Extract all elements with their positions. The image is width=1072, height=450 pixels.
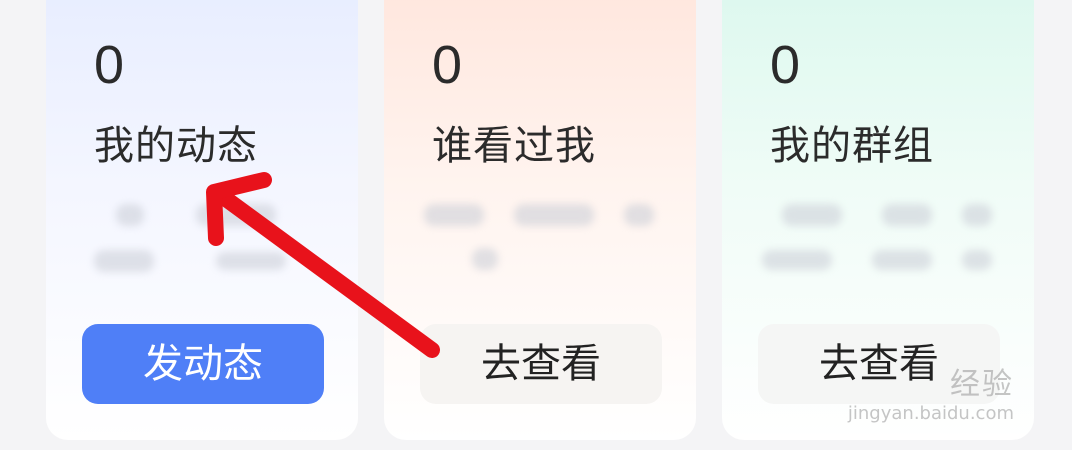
screen: 0 我的动态 发动态 0 谁看过我 去查看 0 我的群组 去查看 经验 jing… bbox=[0, 0, 1072, 450]
my-posts-count: 0 bbox=[94, 35, 125, 95]
blurred-content bbox=[86, 198, 328, 288]
groups-title: 我的群组 bbox=[770, 123, 934, 169]
card-my-posts[interactable]: 0 我的动态 发动态 bbox=[46, 0, 358, 440]
watermark-url: jingyan.baidu.com bbox=[847, 403, 1014, 424]
post-update-button[interactable]: 发动态 bbox=[82, 324, 324, 404]
viewers-title: 谁看过我 bbox=[432, 123, 596, 169]
blurred-content bbox=[424, 198, 666, 288]
view-visitors-button[interactable]: 去查看 bbox=[420, 324, 662, 404]
watermark-main: 经验 bbox=[950, 367, 1014, 402]
groups-count: 0 bbox=[770, 35, 801, 95]
watermark: 经验 jingyan.baidu.com bbox=[848, 359, 1014, 424]
blurred-content bbox=[762, 198, 1004, 288]
card-who-viewed-me[interactable]: 0 谁看过我 去查看 bbox=[384, 0, 696, 440]
viewers-count: 0 bbox=[432, 35, 463, 95]
my-posts-title: 我的动态 bbox=[94, 123, 258, 169]
